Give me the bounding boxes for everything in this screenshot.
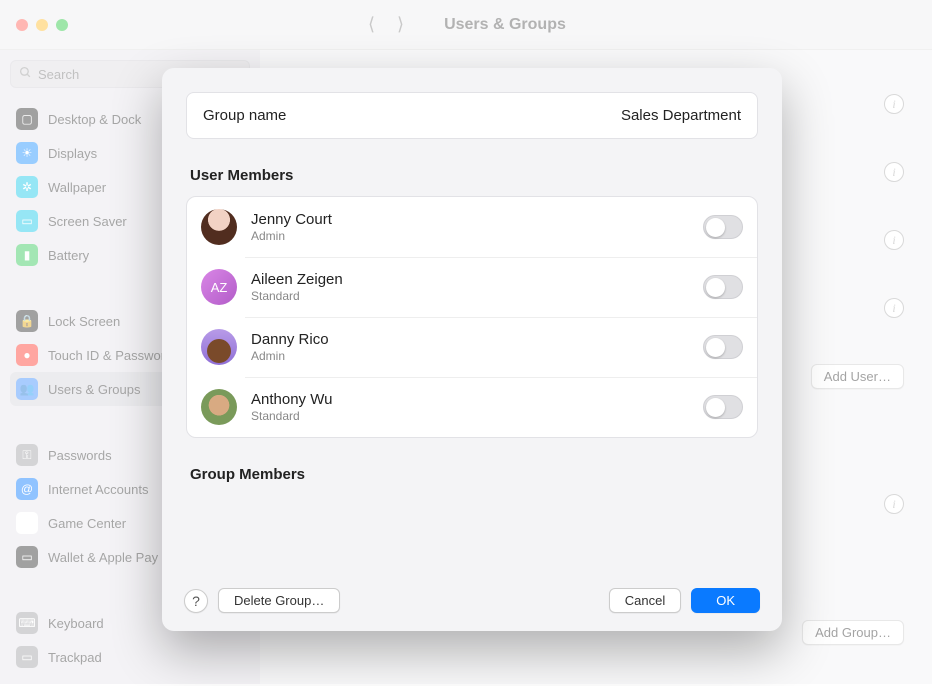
member-name: Danny Rico xyxy=(251,331,689,348)
delete-group-button[interactable]: Delete Group… xyxy=(218,588,340,613)
member-role: Standard xyxy=(251,289,689,303)
modal-footer: ? Delete Group… Cancel OK xyxy=(162,574,782,631)
avatar xyxy=(201,389,237,425)
member-info: Aileen ZeigenStandard xyxy=(251,271,689,303)
group-name-field[interactable]: Group name Sales Department xyxy=(186,92,758,139)
member-role: Admin xyxy=(251,349,689,363)
group-name-value: Sales Department xyxy=(621,107,741,124)
member-name: Jenny Court xyxy=(251,211,689,228)
avatar: AZ xyxy=(201,269,237,305)
group-members-heading: Group Members xyxy=(186,466,758,483)
member-toggle[interactable] xyxy=(703,215,743,239)
member-role: Admin xyxy=(251,229,689,243)
member-toggle[interactable] xyxy=(703,395,743,419)
help-button[interactable]: ? xyxy=(184,589,208,613)
member-info: Danny RicoAdmin xyxy=(251,331,689,363)
member-row: Danny RicoAdmin xyxy=(187,317,757,377)
member-row: AZ Aileen ZeigenStandard xyxy=(187,257,757,317)
avatar xyxy=(201,329,237,365)
window: ⟨ ⟩ Users & Groups ▢Desktop & Dock☀Displ… xyxy=(0,0,932,684)
member-name: Anthony Wu xyxy=(251,391,689,408)
user-members-list: Jenny CourtAdminAZAileen ZeigenStandardD… xyxy=(186,196,758,438)
member-info: Anthony WuStandard xyxy=(251,391,689,423)
member-row: Jenny CourtAdmin xyxy=(187,197,757,257)
member-row: Anthony WuStandard xyxy=(187,377,757,437)
member-info: Jenny CourtAdmin xyxy=(251,211,689,243)
group-name-label: Group name xyxy=(203,107,286,124)
group-edit-modal: Group name Sales Department User Members… xyxy=(162,68,782,631)
member-role: Standard xyxy=(251,409,689,423)
member-toggle[interactable] xyxy=(703,275,743,299)
member-toggle[interactable] xyxy=(703,335,743,359)
ok-button[interactable]: OK xyxy=(691,588,760,613)
user-members-heading: User Members xyxy=(186,167,758,184)
cancel-button[interactable]: Cancel xyxy=(609,588,681,613)
avatar xyxy=(201,209,237,245)
member-name: Aileen Zeigen xyxy=(251,271,689,288)
